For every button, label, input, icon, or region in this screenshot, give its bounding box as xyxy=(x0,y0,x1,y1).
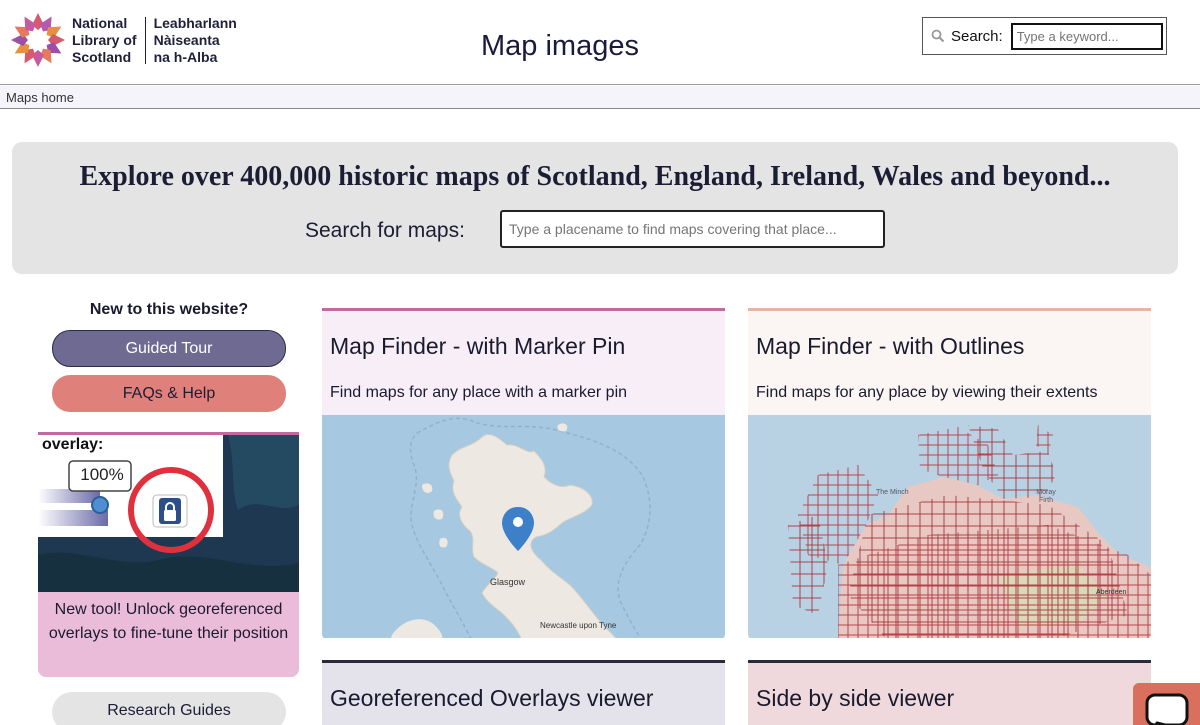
map-label-aberdeen: Aberdeen xyxy=(1096,589,1127,596)
promo-screenshot: overlay: 100% xyxy=(38,435,299,592)
breadcrumb: Maps home xyxy=(0,86,1200,109)
card-map-finder-outlines[interactable]: Map Finder - with Outlines Find maps for… xyxy=(748,308,1151,638)
map-label-glasgow: Glasgow xyxy=(490,577,526,587)
map-label-moray-firth: Moray Firth xyxy=(1036,489,1056,504)
scotland-map xyxy=(322,415,725,638)
card-description: Find maps for any place with a marker pi… xyxy=(330,384,628,401)
card-description: Find maps for any place by viewing their… xyxy=(756,384,1098,401)
outlines-map-preview: The Minch Moray Firth Aberdeen xyxy=(748,415,1151,638)
map-label-newcastle: Newcastle upon Tyne xyxy=(540,621,617,630)
outlines-map xyxy=(748,415,1151,638)
search-label: Search: xyxy=(951,27,1003,45)
placename-search-input[interactable] xyxy=(500,210,885,248)
map-label-the-minch: The Minch xyxy=(876,489,909,496)
card-title: Side by side viewer xyxy=(756,685,955,711)
site-search: Search: xyxy=(922,17,1167,55)
faq-help-button[interactable]: FAQs & Help xyxy=(52,375,286,412)
keyword-search-input[interactable] xyxy=(1010,22,1163,50)
hero-heading: Explore over 400,000 historic maps of Sc… xyxy=(79,161,1111,192)
research-guides-button[interactable]: Research Guides xyxy=(52,692,286,725)
search-icon xyxy=(931,29,945,43)
guided-tour-button[interactable]: Guided Tour xyxy=(52,330,286,367)
overlay-unlock-promo[interactable]: overlay: 100% New tool! Unlock georefere… xyxy=(38,432,299,677)
new-visitor-heading: New to this website? xyxy=(89,301,249,318)
map-search-label: Search for maps: xyxy=(305,219,465,242)
breadcrumb-maps-home[interactable]: Maps home xyxy=(6,90,74,105)
logo-gaelic-1: Leabharlann xyxy=(153,14,237,31)
marker-map-preview: Glasgow Newcastle upon Tyne xyxy=(322,415,725,638)
chat-icon xyxy=(1145,693,1189,725)
lock-icon xyxy=(164,502,176,521)
card-side-by-side[interactable]: Side by side viewer xyxy=(748,660,1151,725)
card-title: Map Finder - with Outlines xyxy=(756,333,1025,359)
promo-overlay-label: overlay: xyxy=(42,436,104,453)
logo-line-1: National xyxy=(72,14,128,31)
chat-widget[interactable] xyxy=(1133,683,1200,725)
hero-banner: Explore over 400,000 historic maps of Sc… xyxy=(12,142,1178,274)
card-title: Georeferenced Overlays viewer xyxy=(330,685,654,711)
promo-description: New tool! Unlock georeferenced overlays … xyxy=(38,592,299,677)
card-map-finder-marker[interactable]: Map Finder - with Marker Pin Find maps f… xyxy=(322,308,725,638)
promo-percent: 100% xyxy=(80,465,124,484)
site-header: National Library of Scotland Leabharlann… xyxy=(0,0,1200,85)
card-title: Map Finder - with Marker Pin xyxy=(330,333,626,359)
card-georeferenced-overlays[interactable]: Georeferenced Overlays viewer xyxy=(322,660,725,725)
